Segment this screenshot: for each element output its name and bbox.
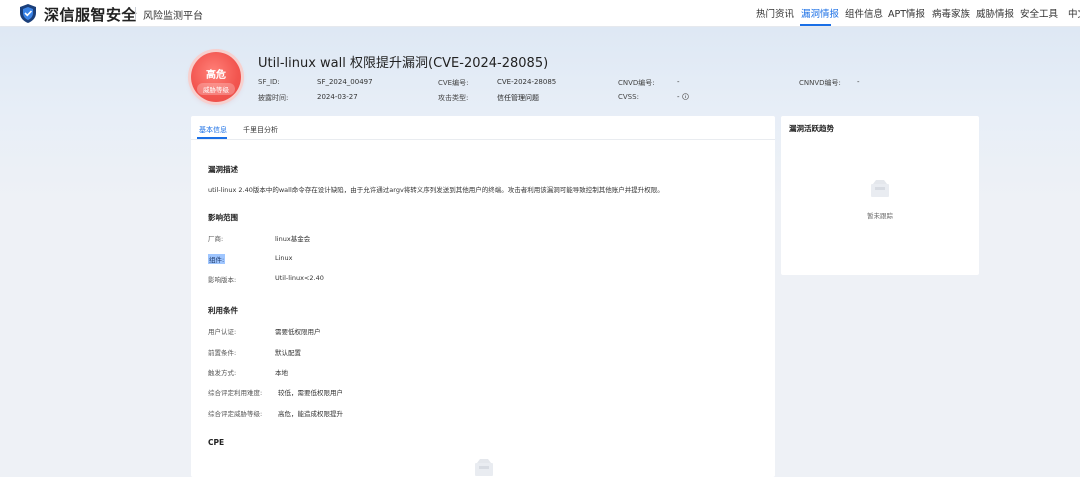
cnnvd-label: CNNVD编号:	[799, 79, 841, 87]
vendor-label: 厂商:	[208, 235, 224, 243]
section-title-description: 漏洞描述	[208, 165, 238, 174]
attack-type-value: 信任管理问题	[497, 94, 539, 102]
vulnerability-detail-panel: 基本信息 千里目分析 漏洞描述 util-linux 2.40版本中的wall命…	[191, 116, 775, 477]
cnvd-label: CNVD编号:	[618, 79, 655, 87]
sf-id-value: SF_2024_00497	[317, 78, 373, 86]
vulnerability-title: Util-linux wall 权限提升漏洞(CVE-2024-28085)	[258, 56, 549, 71]
attack-type-label: 攻击类型:	[438, 94, 469, 102]
threat-level-caption: 威胁等级	[197, 83, 235, 95]
exploit-difficulty-value: 较低，需要低权限用户	[278, 389, 343, 397]
precondition-value: 默认配置	[275, 349, 301, 357]
cve-value: CVE-2024-28085	[497, 78, 557, 86]
disclose-time-value: 2024-03-27	[317, 93, 358, 101]
precondition-label: 前置条件:	[208, 349, 237, 357]
vulnerability-description: util-linux 2.40版本中的wall命令存在设计缺陷，由于允许通过ar…	[208, 186, 664, 194]
cvss-value: -	[677, 93, 680, 101]
section-title-scope: 影响范围	[208, 213, 238, 222]
nav-item-virus-family[interactable]: 病毒家族	[932, 6, 970, 20]
exploit-difficulty-label: 综合评定利用难度:	[208, 389, 263, 397]
affected-version-value: Util-linux<2.40	[275, 274, 324, 282]
trigger-method-label: 触发方式:	[208, 369, 237, 377]
nav-item-threat-intel[interactable]: 威胁情报	[976, 6, 1014, 20]
section-title-conditions: 利用条件	[208, 306, 238, 315]
cnvd-value: -	[677, 78, 680, 86]
cnnvd-value: -	[857, 78, 860, 86]
disclose-time-label: 披露时间:	[258, 94, 289, 102]
threat-rating-label: 综合评定威胁等级:	[208, 410, 263, 418]
threat-rating-value: 高危，能造成权限提升	[278, 410, 343, 418]
threat-level-badge: 高危 威胁等级	[191, 52, 241, 102]
brand-name[interactable]: 深信服智安全	[44, 4, 137, 25]
nav-item-security-tools[interactable]: 安全工具	[1020, 6, 1058, 20]
nav-item-vuln-intel[interactable]: 漏洞情报	[801, 6, 839, 20]
nav-item-hot-news[interactable]: 热门资讯	[756, 6, 794, 20]
nav-active-indicator	[800, 24, 831, 26]
threat-level-text: 高危	[206, 70, 226, 81]
section-title-cpe: CPE	[208, 438, 225, 447]
cvss-label: CVSS:	[618, 93, 639, 101]
tab-basic-info[interactable]: 基本信息	[199, 125, 227, 135]
empty-state-text: 暂未跟踪	[867, 212, 893, 220]
component-value: Linux	[275, 254, 293, 262]
trigger-method-value: 本地	[275, 369, 288, 377]
nav-item-language[interactable]: 中文	[1068, 6, 1080, 20]
user-auth-value: 需要低权限用户	[275, 328, 321, 336]
shield-logo-icon[interactable]	[18, 3, 38, 24]
vendor-value: linux基金会	[275, 235, 311, 243]
info-circle-icon[interactable]	[682, 93, 689, 100]
user-auth-label: 用户认证:	[208, 328, 237, 336]
vuln-activity-trend-panel: 漏洞活跃趋势 暂未跟踪	[781, 116, 979, 275]
brand-divider	[135, 7, 136, 20]
tab-divider	[191, 139, 775, 140]
empty-box-icon	[475, 459, 493, 476]
component-label: 组件:	[208, 254, 226, 264]
top-navbar: 深信服智安全 风险监测平台 热门资讯 漏洞情报 组件信息 APT情报 病毒家族 …	[0, 0, 1080, 27]
empty-box-icon	[871, 180, 889, 197]
nav-item-apt[interactable]: APT情报	[888, 6, 925, 20]
nav-item-components[interactable]: 组件信息	[845, 6, 883, 20]
side-panel-title: 漏洞活跃趋势	[789, 124, 834, 133]
affected-version-label: 影响版本:	[208, 276, 237, 284]
sf-id-label: SF_ID:	[258, 78, 280, 86]
tab-qianlimu-analysis[interactable]: 千里目分析	[243, 125, 278, 135]
cve-label: CVE编号:	[438, 79, 469, 87]
brand-subtitle: 风险监测平台	[143, 11, 203, 22]
